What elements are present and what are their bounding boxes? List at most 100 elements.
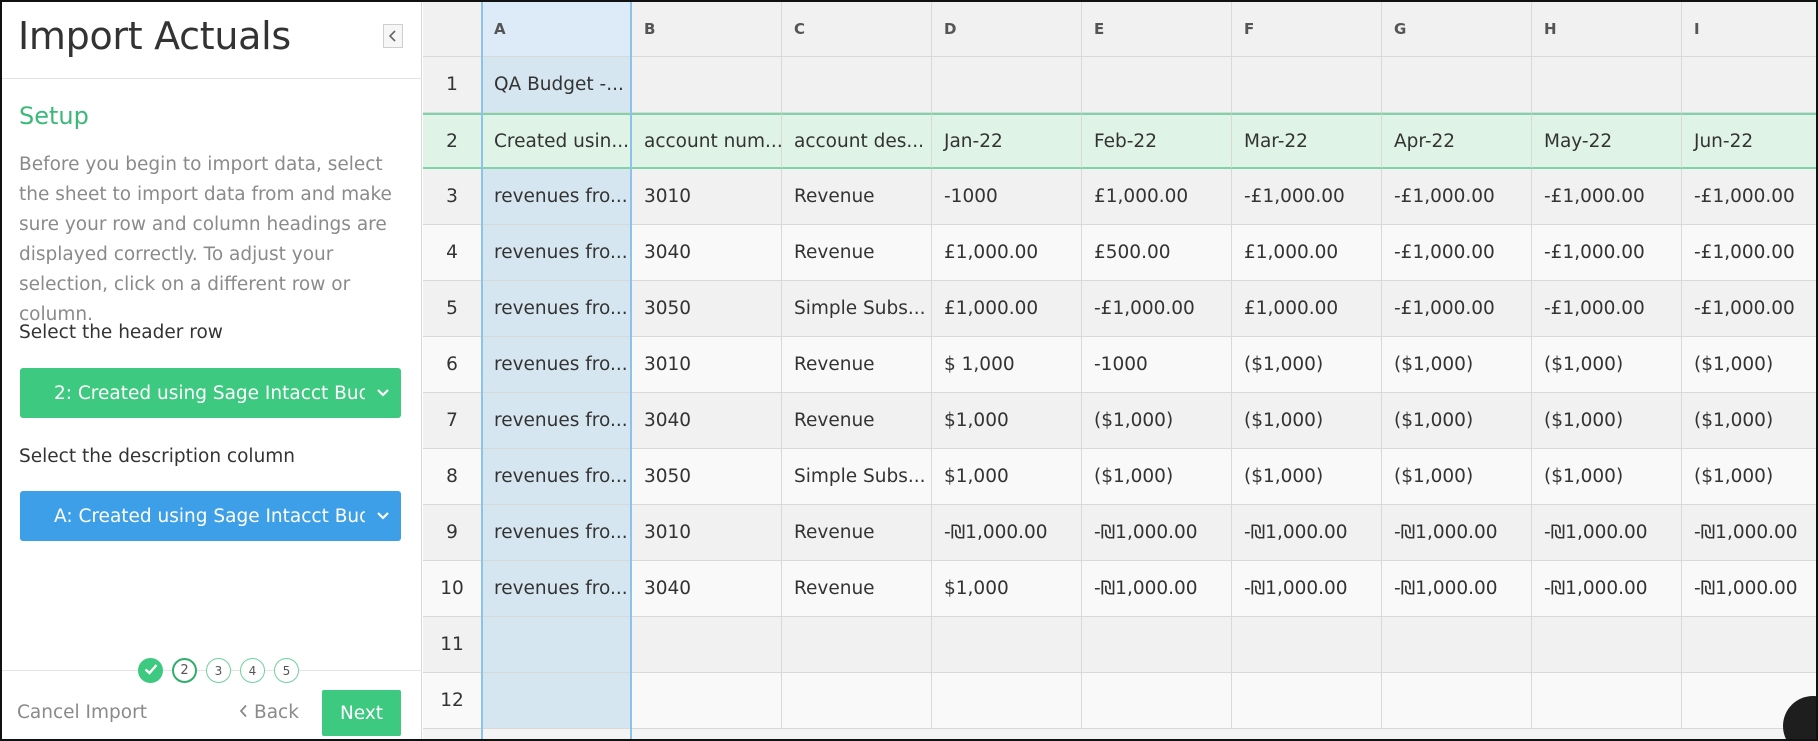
description-column-select[interactable]: A: Created using Sage Intacct Bud... [20, 491, 401, 541]
grid-cell[interactable]: -₪1,000.00 [1232, 561, 1382, 617]
grid-cell[interactable] [1082, 673, 1232, 729]
row-number-3[interactable]: 3 [423, 169, 482, 225]
grid-cell[interactable]: ($1,000) [1532, 337, 1682, 393]
grid-cell[interactable]: -₪1,000.00 [1382, 561, 1532, 617]
grid-cell[interactable]: $ 1,000 [932, 337, 1082, 393]
collapse-panel-button[interactable] [383, 24, 403, 48]
grid-cell[interactable]: -£1,000.00 [1532, 225, 1682, 281]
grid-cell[interactable]: revenues fro... [482, 505, 632, 561]
grid-cell[interactable]: -₪1,000.00 [1682, 505, 1816, 561]
grid-cell[interactable]: £1,000.00 [1232, 281, 1382, 337]
grid-cell[interactable]: revenues fro... [482, 281, 632, 337]
grid-cell[interactable]: Revenue [782, 225, 932, 281]
grid-cell[interactable] [1382, 673, 1532, 729]
grid-cell[interactable]: QA Budget -... [482, 57, 632, 113]
grid-cell[interactable]: Jan-22 [932, 113, 1082, 169]
grid-cell[interactable]: $1,000 [932, 449, 1082, 505]
grid-cell[interactable] [632, 617, 782, 673]
grid-cell[interactable]: Revenue [782, 337, 932, 393]
grid-cell[interactable]: -£1,000.00 [1682, 281, 1816, 337]
grid-cell[interactable] [1232, 673, 1382, 729]
grid-cell[interactable] [1082, 57, 1232, 113]
row-number-10[interactable]: 10 [423, 561, 482, 617]
grid-cell[interactable]: revenues fro... [482, 337, 632, 393]
grid-cell[interactable]: ($1,000) [1382, 337, 1532, 393]
grid-cell[interactable] [1682, 617, 1816, 673]
grid-cell[interactable]: £500.00 [1082, 225, 1232, 281]
back-button[interactable]: Back [239, 702, 299, 723]
grid-cell[interactable]: revenues fro... [482, 169, 632, 225]
grid-cell[interactable] [1382, 57, 1532, 113]
grid-cell[interactable]: -₪1,000.00 [932, 505, 1082, 561]
grid-cell[interactable]: Revenue [782, 505, 932, 561]
row-number-8[interactable]: 8 [423, 449, 482, 505]
cancel-import-link[interactable]: Cancel Import [17, 702, 147, 723]
grid-cell[interactable] [1532, 617, 1682, 673]
grid-cell[interactable] [482, 673, 632, 729]
grid-cell[interactable]: Created usin... [482, 113, 632, 169]
grid-cell[interactable]: -£1,000.00 [1682, 169, 1816, 225]
grid-cell[interactable]: ($1,000) [1682, 449, 1816, 505]
grid-cell[interactable]: May-22 [1532, 113, 1682, 169]
grid-cell[interactable]: revenues fro... [482, 449, 632, 505]
grid-cell[interactable]: -₪1,000.00 [1232, 505, 1382, 561]
column-header-d[interactable]: D [932, 2, 1082, 57]
row-number-11[interactable]: 11 [423, 617, 482, 673]
grid-cell[interactable] [1082, 617, 1232, 673]
column-header-i[interactable]: I [1682, 2, 1816, 57]
grid-cell[interactable]: -£1,000.00 [1382, 225, 1532, 281]
column-header-a[interactable]: A [482, 2, 632, 57]
grid-cell[interactable]: -₪1,000.00 [1532, 561, 1682, 617]
column-header-c[interactable]: C [782, 2, 932, 57]
grid-cell[interactable]: -1000 [932, 169, 1082, 225]
grid-cell[interactable]: ($1,000) [1232, 393, 1382, 449]
grid-cell[interactable]: -₪1,000.00 [1082, 561, 1232, 617]
grid-cell[interactable]: revenues fro... [482, 561, 632, 617]
column-header-f[interactable]: F [1232, 2, 1382, 57]
grid-cell[interactable]: account num... [632, 113, 782, 169]
grid-cell[interactable] [782, 617, 932, 673]
grid-cell[interactable]: -£1,000.00 [1382, 169, 1532, 225]
grid-cell[interactable] [632, 673, 782, 729]
grid-cell[interactable]: Revenue [782, 169, 932, 225]
grid-cell[interactable] [482, 617, 632, 673]
grid-cell[interactable]: 3040 [632, 393, 782, 449]
column-header-e[interactable]: E [1082, 2, 1232, 57]
grid-cell[interactable]: account des... [782, 113, 932, 169]
column-header-g[interactable]: G [1382, 2, 1532, 57]
grid-cell[interactable] [1232, 57, 1382, 113]
grid-cell[interactable] [1382, 617, 1532, 673]
column-header-b[interactable]: B [632, 2, 782, 57]
grid-cell[interactable]: -£1,000.00 [1232, 169, 1382, 225]
grid-cell[interactable] [932, 57, 1082, 113]
grid-cell[interactable]: $1,000 [932, 393, 1082, 449]
row-number-7[interactable]: 7 [423, 393, 482, 449]
grid-cell[interactable]: -₪1,000.00 [1682, 561, 1816, 617]
grid-cell[interactable] [632, 57, 782, 113]
grid-cell[interactable]: ($1,000) [1382, 449, 1532, 505]
grid-cell[interactable]: -1000 [1082, 337, 1232, 393]
row-number-6[interactable]: 6 [423, 337, 482, 393]
grid-cell[interactable]: revenues fro... [482, 225, 632, 281]
grid-cell[interactable]: ($1,000) [1532, 449, 1682, 505]
grid-cell[interactable]: £1,000.00 [1232, 225, 1382, 281]
grid-cell[interactable] [782, 57, 932, 113]
grid-cell[interactable]: -₪1,000.00 [1532, 505, 1682, 561]
row-number-12[interactable]: 12 [423, 673, 482, 729]
grid-cell[interactable]: ($1,000) [1532, 393, 1682, 449]
grid-cell[interactable]: Simple Subs... [782, 449, 932, 505]
grid-cell[interactable]: £1,000.00 [1082, 169, 1232, 225]
grid-cell[interactable] [932, 673, 1082, 729]
grid-cell[interactable]: 3010 [632, 337, 782, 393]
grid-cell[interactable]: -£1,000.00 [1532, 169, 1682, 225]
next-button[interactable]: Next [322, 690, 401, 736]
row-number-4[interactable]: 4 [423, 225, 482, 281]
header-row-select[interactable]: 2: Created using Sage Intacct Bud... [20, 368, 401, 418]
row-number-9[interactable]: 9 [423, 505, 482, 561]
grid-cell[interactable] [782, 673, 932, 729]
grid-cell[interactable]: ($1,000) [1682, 337, 1816, 393]
grid-cell[interactable]: ($1,000) [1382, 393, 1532, 449]
grid-cell[interactable]: revenues fro... [482, 393, 632, 449]
grid-cell[interactable]: -₪1,000.00 [1382, 505, 1532, 561]
grid-cell[interactable]: ($1,000) [1232, 337, 1382, 393]
